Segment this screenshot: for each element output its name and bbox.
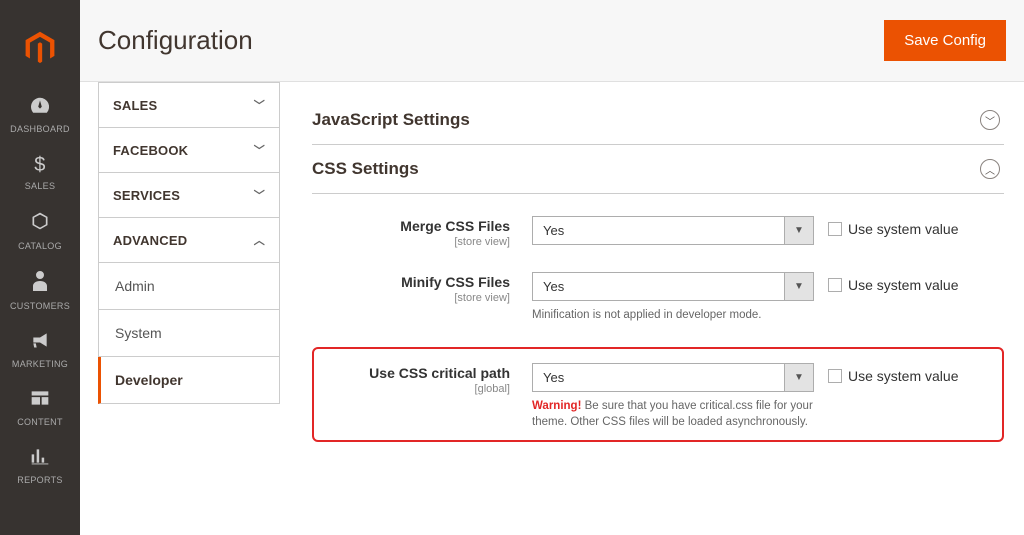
- field-control: Yes ▼ Warning! Be sure that you have cri…: [532, 363, 814, 430]
- select-value: Yes: [532, 363, 784, 392]
- nav-label: MARKETING: [12, 359, 68, 369]
- nav-marketing[interactable]: MARKETING: [0, 321, 80, 379]
- dashboard-icon: [29, 96, 51, 120]
- field-control: Yes ▼: [532, 216, 814, 245]
- sidebar-item-sales[interactable]: SALES ﹀: [98, 82, 280, 128]
- nav-catalog[interactable]: CATALOG: [0, 201, 80, 261]
- section-title: JavaScript Settings: [312, 110, 470, 130]
- nav-customers[interactable]: CUSTOMERS: [0, 261, 80, 321]
- select-value: Yes: [532, 272, 784, 301]
- main-area: Configuration Save Config SALES ﹀ FACEBO…: [80, 0, 1024, 535]
- nav-dashboard[interactable]: DASHBOARD: [0, 86, 80, 144]
- label-text: Minify CSS Files: [401, 274, 510, 290]
- scope-text: [store view]: [312, 236, 510, 248]
- chevron-down-icon: ▼: [784, 363, 814, 392]
- scope-text: [global]: [324, 383, 510, 395]
- field-minify-css: Minify CSS Files [store view] Yes ▼ Mini…: [312, 272, 1004, 323]
- use-system-value-checkbox[interactable]: [828, 222, 842, 236]
- field-label: Minify CSS Files [store view]: [312, 272, 532, 304]
- section-javascript-settings[interactable]: JavaScript Settings ﹀: [312, 96, 1004, 145]
- nav-label: CATALOG: [18, 241, 62, 251]
- sidebar-item-label: SERVICES: [113, 188, 180, 203]
- content: SALES ﹀ FACEBOOK ﹀ SERVICES ﹀ ADVANCED ︿…: [80, 82, 1024, 535]
- nav-label: REPORTS: [17, 475, 62, 485]
- sidebar-subitem-system[interactable]: System: [98, 310, 280, 357]
- chevron-down-icon: ▼: [784, 216, 814, 245]
- admin-icon-sidebar: DASHBOARD $ SALES CATALOG CUSTOMERS MARK…: [0, 0, 80, 535]
- page-title: Configuration: [98, 25, 253, 56]
- use-system-value-group: Use system value: [814, 272, 958, 293]
- nav-label: CUSTOMERS: [10, 301, 70, 311]
- label-text: Merge CSS Files: [400, 218, 510, 234]
- settings-panel: JavaScript Settings ﹀ CSS Settings ︿ Mer…: [280, 82, 1024, 535]
- field-critical-css: Use CSS critical path [global] Yes ▼ War…: [324, 363, 992, 430]
- checkbox-label: Use system value: [848, 277, 958, 293]
- layout-icon: [30, 389, 50, 413]
- person-icon: [32, 271, 48, 297]
- sidebar-item-advanced[interactable]: ADVANCED ︿: [98, 218, 280, 263]
- chevron-down-icon: ﹀: [254, 97, 265, 113]
- expand-icon: ﹀: [980, 110, 1000, 130]
- checkbox-label: Use system value: [848, 368, 958, 384]
- field-label: Use CSS critical path [global]: [324, 363, 532, 395]
- chevron-down-icon: ▼: [784, 272, 814, 301]
- sidebar-item-services[interactable]: SERVICES ﹀: [98, 173, 280, 218]
- field-control: Yes ▼ Minification is not applied in dev…: [532, 272, 814, 323]
- nav-label: CONTENT: [17, 417, 63, 427]
- nav-content[interactable]: CONTENT: [0, 379, 80, 437]
- scope-text: [store view]: [312, 292, 510, 304]
- field-hint: Minification is not applied in developer…: [532, 307, 814, 323]
- critical-css-highlight-box: Use CSS critical path [global] Yes ▼ War…: [312, 347, 1004, 442]
- megaphone-icon: [30, 331, 50, 355]
- bar-chart-icon: [30, 447, 50, 471]
- label-text: Use CSS critical path: [369, 365, 510, 381]
- sidebar-item-facebook[interactable]: FACEBOOK ﹀: [98, 128, 280, 173]
- nav-label: SALES: [25, 181, 56, 191]
- checkbox-label: Use system value: [848, 221, 958, 237]
- use-system-value-checkbox[interactable]: [828, 278, 842, 292]
- field-label: Merge CSS Files [store view]: [312, 216, 532, 248]
- minify-css-select[interactable]: Yes ▼: [532, 272, 814, 301]
- css-settings-fields: Merge CSS Files [store view] Yes ▼ Use s…: [312, 194, 1004, 442]
- dollar-icon: $: [34, 154, 45, 177]
- chevron-down-icon: ﹀: [254, 187, 265, 203]
- sidebar-subitem-developer[interactable]: Developer: [98, 357, 280, 404]
- sidebar-subitem-admin[interactable]: Admin: [98, 263, 280, 310]
- magento-logo: [0, 30, 80, 66]
- save-config-button[interactable]: Save Config: [884, 20, 1006, 61]
- section-title: CSS Settings: [312, 159, 419, 179]
- sidebar-item-label: FACEBOOK: [113, 143, 188, 158]
- nav-sales[interactable]: $ SALES: [0, 144, 80, 201]
- merge-css-select[interactable]: Yes ▼: [532, 216, 814, 245]
- chevron-down-icon: ﹀: [254, 142, 265, 158]
- collapse-icon: ︿: [980, 159, 1000, 179]
- section-css-settings[interactable]: CSS Settings ︿: [312, 145, 1004, 194]
- sidebar-item-label: SALES: [113, 98, 157, 113]
- config-sidebar: SALES ﹀ FACEBOOK ﹀ SERVICES ﹀ ADVANCED ︿…: [80, 82, 280, 535]
- use-system-value-checkbox[interactable]: [828, 369, 842, 383]
- field-merge-css: Merge CSS Files [store view] Yes ▼ Use s…: [312, 216, 1004, 248]
- use-system-value-group: Use system value: [814, 363, 958, 384]
- box-icon: [30, 211, 50, 237]
- select-value: Yes: [532, 216, 784, 245]
- sidebar-item-label: ADVANCED: [113, 233, 187, 248]
- nav-label: DASHBOARD: [10, 124, 70, 134]
- use-system-value-group: Use system value: [814, 216, 958, 237]
- critical-css-select[interactable]: Yes ▼: [532, 363, 814, 392]
- page-header: Configuration Save Config: [80, 0, 1024, 82]
- field-hint: Warning! Be sure that you have critical.…: [532, 398, 814, 430]
- warning-label: Warning!: [532, 400, 581, 412]
- nav-reports[interactable]: REPORTS: [0, 437, 80, 495]
- chevron-up-icon: ︿: [254, 232, 265, 248]
